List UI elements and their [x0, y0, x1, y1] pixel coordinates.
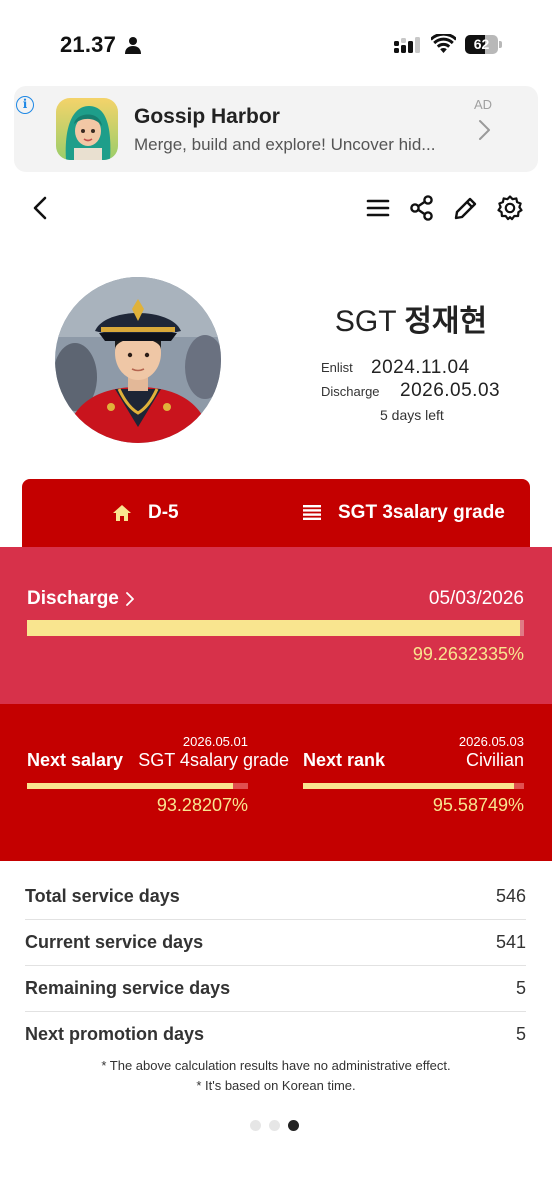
next-salary-progress-fill [27, 783, 234, 789]
summary-tab-bar: D-5 SGT 3salary grade [22, 479, 530, 547]
stat-value: 5 [515, 978, 526, 998]
home-icon [113, 505, 131, 521]
days-left-text: 5 days left [380, 407, 444, 423]
share-icon[interactable] [408, 194, 436, 222]
stat-row: Remaining service days 5 [25, 966, 526, 1012]
next-rank-date: 2026.05.03 [458, 734, 524, 749]
wifi-icon [431, 34, 456, 53]
next-rank-progress-bar [303, 783, 524, 789]
next-rank-progress-fill [303, 783, 515, 789]
settings-icon[interactable] [496, 194, 524, 222]
discharge-label: Discharge [321, 384, 380, 399]
profile-rank: SGT [334, 305, 396, 338]
stat-label: Total service days [25, 886, 180, 906]
chevron-right-icon [125, 592, 134, 606]
stat-label: Remaining service days [25, 978, 231, 998]
person-icon [125, 37, 141, 54]
status-time: 21.37 [60, 32, 117, 57]
stat-value: 541 [495, 932, 526, 952]
stat-label: Next promotion days [25, 1024, 205, 1044]
tab-d-day[interactable]: D-5 [112, 479, 179, 547]
ad-title[interactable]: Gossip Harbor [134, 105, 280, 129]
next-salary-date: 2026.05.01 [182, 734, 248, 749]
discharge-date-display: 05/03/2026 [428, 588, 524, 609]
chevron-right-icon[interactable] [474, 118, 494, 142]
battery-level: 62 [473, 36, 490, 52]
menu-icon[interactable] [364, 194, 392, 222]
discharge-date: 2026.05.03 [400, 380, 501, 401]
ad-banner[interactable]: i Gossip Harbor Merge, build and explore… [14, 86, 538, 172]
battery-indicator: 62 [465, 35, 502, 54]
status-bar: 21.37 62 [0, 0, 552, 88]
ad-label: AD [474, 97, 493, 112]
enlist-date: 2024.11.04 [371, 357, 470, 378]
stat-value: 546 [495, 886, 526, 906]
stat-label: Current service days [25, 932, 204, 952]
back-icon[interactable] [27, 194, 55, 222]
page-dot-active[interactable] [288, 1120, 299, 1131]
profile-avatar[interactable] [55, 277, 221, 443]
discharge-link-label: Discharge [27, 588, 119, 609]
discharge-progress-bar [27, 620, 524, 636]
next-rank-label: Next rank [303, 750, 386, 770]
tab-d-day-label: D-5 [148, 502, 179, 523]
discharge-panel: Discharge 05/03/2026 99.2632335% [0, 547, 552, 704]
tab-salary-grade[interactable]: SGT 3salary grade [302, 479, 505, 547]
stat-row: Current service days 541 [25, 920, 526, 966]
page-dot[interactable] [250, 1120, 261, 1131]
timezone-note: * It's based on Korean time. [196, 1078, 356, 1093]
edit-icon[interactable] [452, 194, 480, 222]
next-salary-progress-text: 93.28207% [156, 795, 248, 815]
top-toolbar [0, 188, 552, 228]
discharge-link[interactable]: Discharge [27, 588, 135, 610]
next-rank-value: Civilian [465, 750, 524, 770]
ad-description[interactable]: Merge, build and explore! Uncover hid... [134, 135, 435, 155]
discharge-progress-fill [27, 620, 521, 636]
page-dot[interactable] [269, 1120, 280, 1131]
discharge-progress-text: 99.2632335% [412, 644, 524, 664]
enlist-label: Enlist [321, 360, 353, 375]
service-stats-list: Total service days 546 Current service d… [25, 874, 526, 1058]
list-icon [303, 505, 321, 520]
disclaimer-note: * The above calculation results have no … [101, 1058, 451, 1073]
profile-person-name: 정재현 [404, 304, 488, 339]
next-milestones-panel: Next salary 2026.05.01 SGT 4salary grade… [0, 704, 552, 861]
profile-name: SGT 정재현 [280, 296, 542, 340]
next-rank-progress-text: 95.58749% [432, 795, 524, 815]
info-icon[interactable]: i [16, 96, 34, 114]
stat-row: Next promotion days 5 [25, 1012, 526, 1058]
ad-app-icon[interactable] [56, 98, 118, 160]
next-salary-progress-bar [27, 783, 248, 789]
stat-value: 5 [515, 1024, 526, 1044]
stat-row: Total service days 546 [25, 874, 526, 920]
next-salary-label: Next salary [27, 750, 124, 770]
cellular-signal-icon [394, 37, 420, 53]
tab-salary-grade-label: SGT 3salary grade [338, 502, 505, 523]
next-salary-value: SGT 4salary grade [138, 750, 289, 770]
page-indicator [250, 1120, 299, 1132]
